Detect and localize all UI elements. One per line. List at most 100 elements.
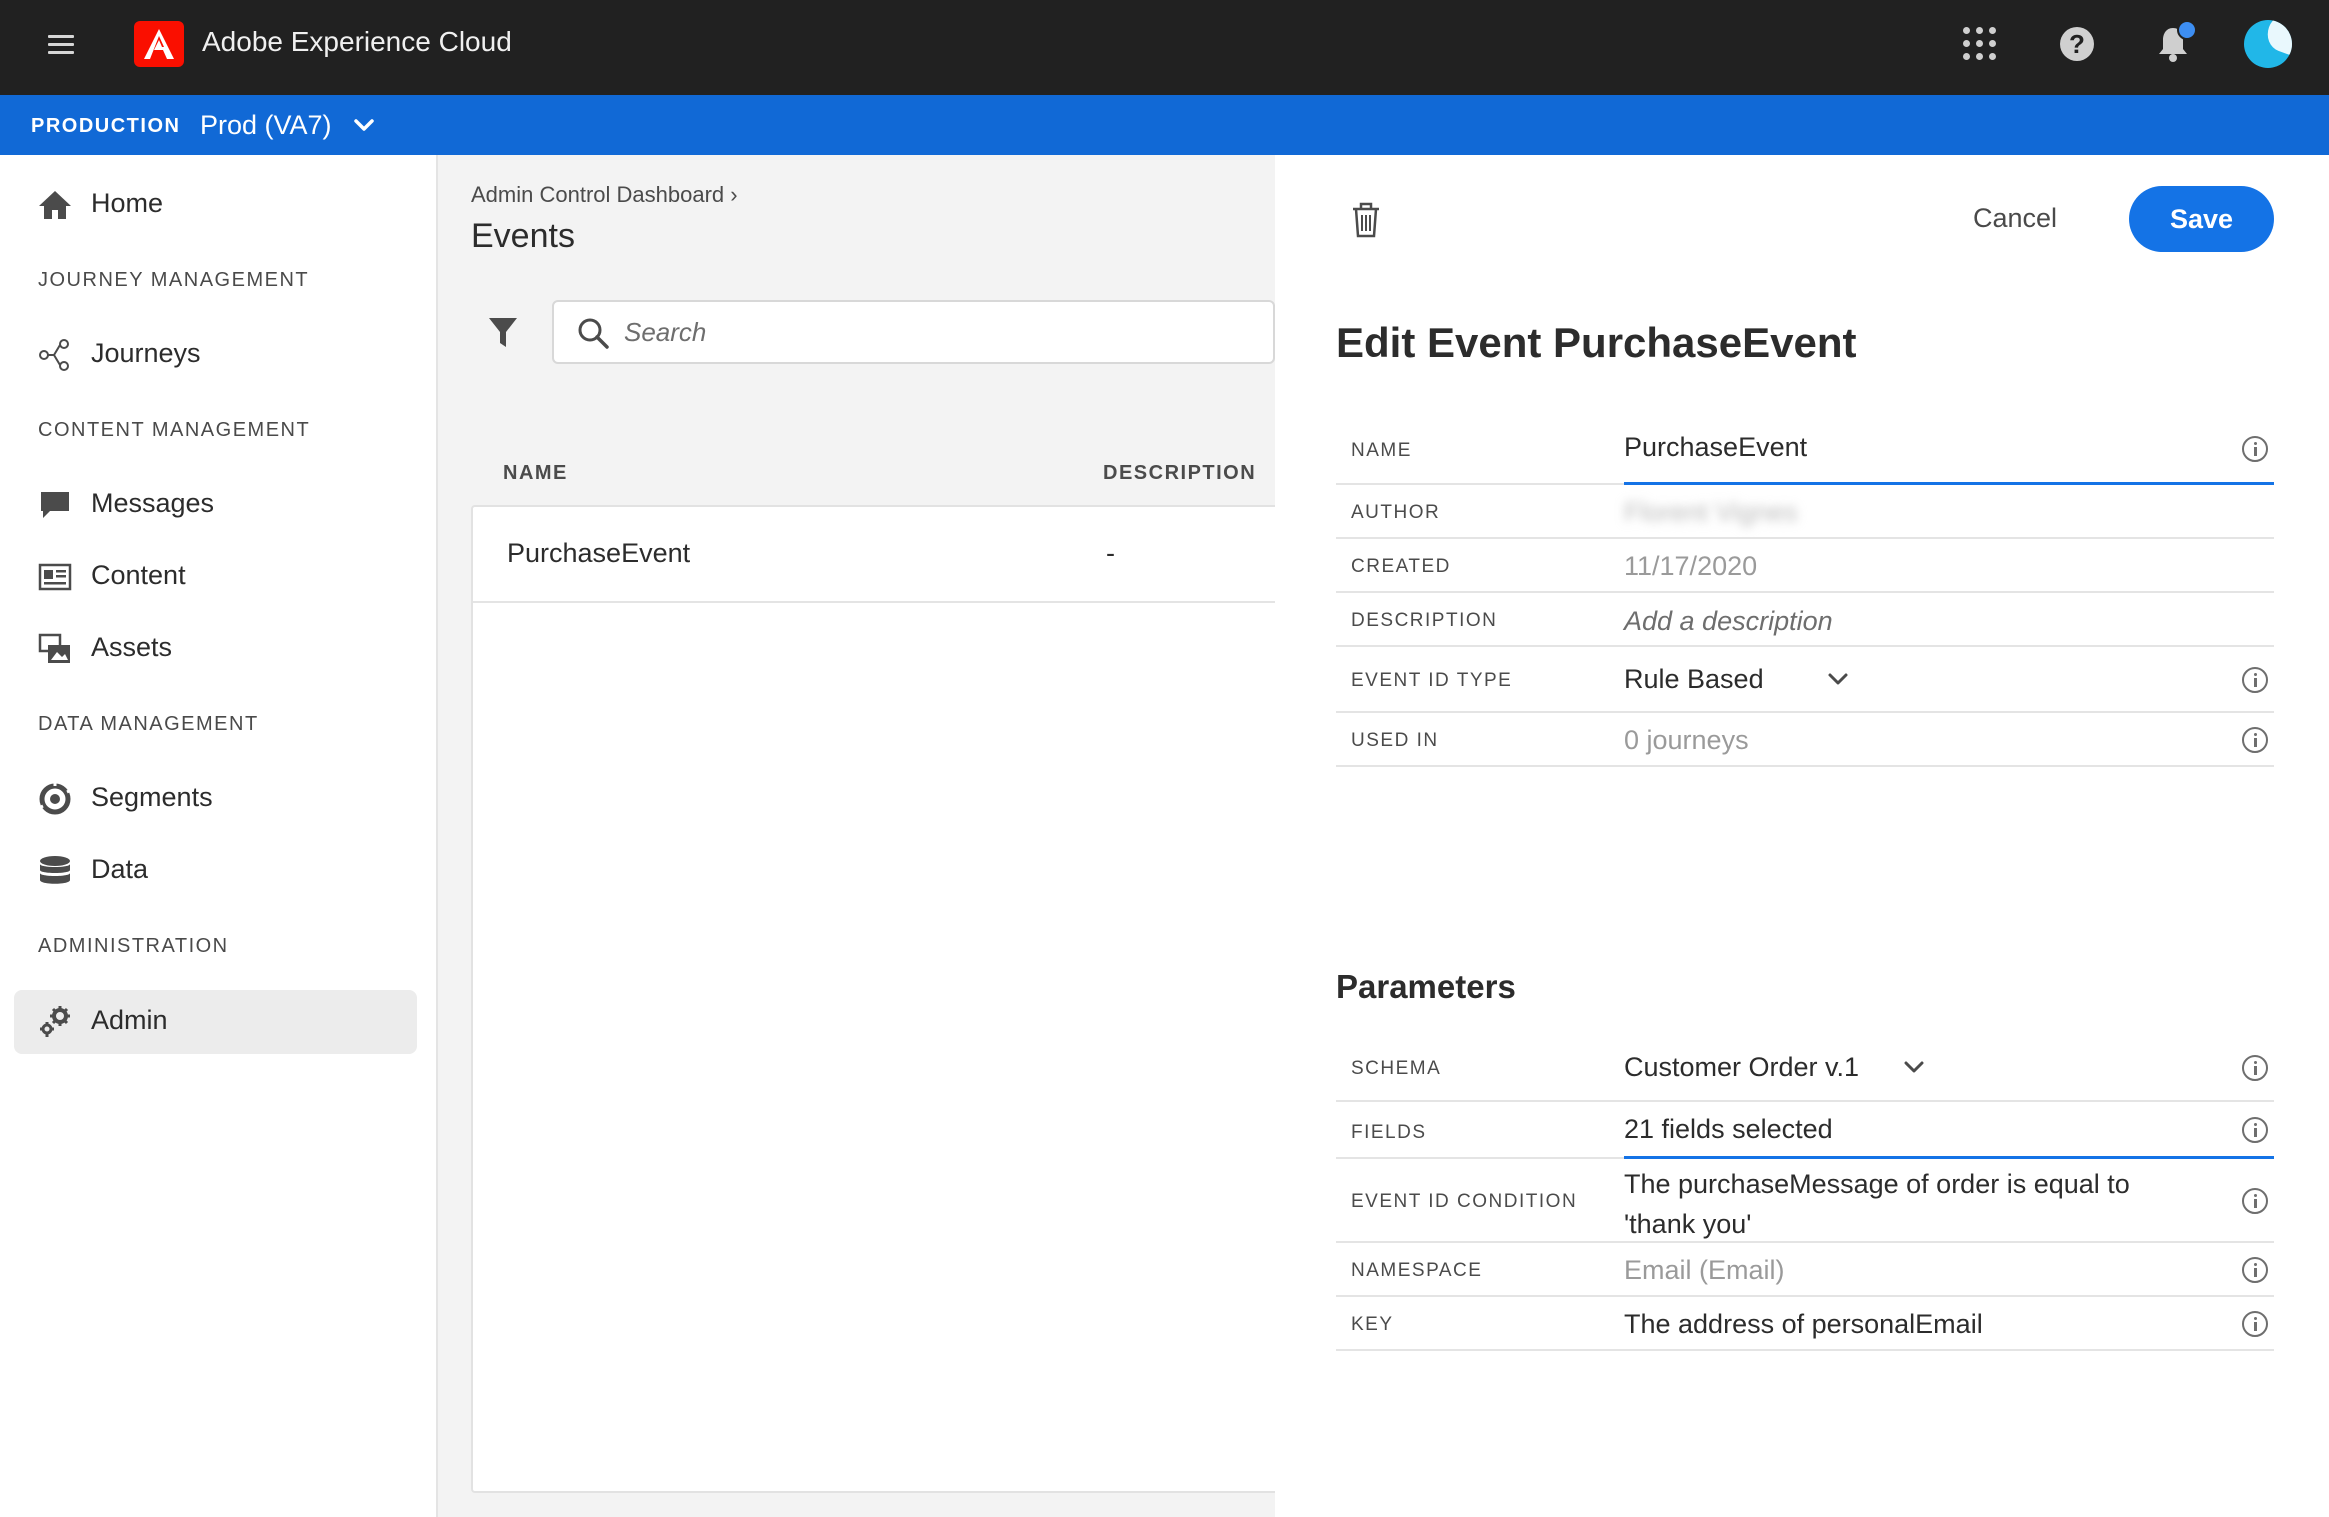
sandbox-switcher[interactable]: Prod (VA7): [200, 110, 332, 141]
edit-event-panel: Cancel Save Edit Event PurchaseEvent NAM…: [1275, 155, 2329, 1517]
chevron-down-icon[interactable]: [1902, 1055, 1926, 1079]
chevron-down-icon[interactable]: [352, 113, 376, 137]
used-in-value: 0 journeys: [1624, 725, 1749, 755]
gears-icon: [38, 1006, 72, 1038]
home-icon: [38, 189, 72, 221]
event-id-type-dropdown[interactable]: Rule Based: [1624, 664, 1764, 695]
user-avatar[interactable]: [2244, 20, 2292, 68]
sidebar-item-data[interactable]: Data: [14, 839, 417, 903]
search-icon: [576, 316, 610, 350]
sidebar-item-assets[interactable]: Assets: [14, 617, 417, 681]
field-row-created: CREATED 11/17/2020: [1336, 539, 2274, 593]
section-content-management: CONTENT MANAGEMENT: [38, 419, 311, 441]
section-data-management: DATA MANAGEMENT: [38, 713, 259, 735]
sidebar-item-messages[interactable]: Messages: [14, 473, 417, 537]
adobe-logo[interactable]: [134, 21, 184, 67]
parameters-heading: Parameters: [1336, 968, 1516, 1005]
table-row[interactable]: PurchaseEvent -: [473, 507, 1277, 603]
sidebar-item-admin[interactable]: Admin: [14, 990, 417, 1054]
apps-grid-icon[interactable]: [1963, 27, 1997, 61]
event-name-cell: PurchaseEvent: [507, 538, 691, 568]
section-administration: ADMINISTRATION: [38, 935, 229, 957]
sidebar-item-content[interactable]: Content: [14, 545, 417, 609]
created-date: 11/17/2020: [1624, 551, 1758, 581]
filter-icon[interactable]: [488, 316, 518, 350]
field-label: EVENT ID TYPE: [1351, 670, 1513, 691]
sidebar-item-home[interactable]: Home: [14, 173, 417, 237]
info-icon[interactable]: [2242, 1257, 2268, 1283]
field-row-event-id-condition: EVENT ID CONDITION The purchaseMessage o…: [1336, 1159, 2274, 1243]
schema-dropdown[interactable]: Customer Order v.1: [1624, 1052, 1859, 1083]
sidebar-item-journeys[interactable]: Journeys: [14, 323, 417, 387]
event-name-input[interactable]: PurchaseEvent: [1624, 432, 1807, 463]
search-input[interactable]: [624, 312, 1254, 352]
assets-icon: [38, 633, 72, 665]
cancel-button[interactable]: Cancel: [1973, 203, 2057, 234]
sidebar: Home JOURNEY MANAGEMENT Journeys CONTENT…: [0, 155, 438, 1517]
author-value: Florent Vignes: [1624, 497, 1798, 527]
content-icon: [38, 561, 72, 593]
save-button[interactable]: Save: [2129, 186, 2274, 252]
condition-line-1: The purchaseMessage of order is equal to: [1624, 1169, 2130, 1199]
info-icon[interactable]: [2242, 727, 2268, 753]
info-icon[interactable]: [2242, 1117, 2268, 1143]
field-row-namespace: NAMESPACE Email (Email): [1336, 1243, 2274, 1297]
database-icon: [38, 855, 72, 887]
sidebar-item-label: Admin: [91, 1005, 168, 1035]
event-description-cell: -: [1106, 538, 1115, 568]
field-row-fields: FIELDS 21 fields selected: [1336, 1102, 2274, 1159]
field-row-key: KEY The address of personalEmail: [1336, 1297, 2274, 1351]
field-label: CREATED: [1351, 556, 1451, 577]
environment-label: PRODUCTION: [31, 115, 181, 137]
menu-icon[interactable]: [48, 34, 74, 56]
field-row-name: NAME PurchaseEvent: [1336, 416, 2274, 485]
panel-title: Edit Event PurchaseEvent: [1336, 319, 1857, 366]
column-header-name[interactable]: NAME: [503, 462, 568, 485]
field-label: EVENT ID CONDITION: [1351, 1191, 1578, 1212]
list-header: Admin Control Dashboard › Events: [440, 155, 1275, 285]
field-label: USED IN: [1351, 730, 1439, 751]
fields-selector[interactable]: 21 fields selected: [1624, 1114, 1833, 1145]
field-label: SCHEMA: [1351, 1058, 1442, 1079]
info-icon[interactable]: [2242, 1055, 2268, 1081]
field-label: FIELDS: [1351, 1122, 1427, 1143]
sidebar-item-label: Home: [91, 188, 164, 218]
field-label: NAME: [1351, 440, 1412, 461]
field-row-description: DESCRIPTION Add a description: [1336, 593, 2274, 647]
info-icon[interactable]: [2242, 667, 2268, 693]
field-row-author: AUTHOR Florent Vignes: [1336, 485, 2274, 539]
field-label: AUTHOR: [1351, 502, 1441, 523]
column-header-description[interactable]: DESCRIPTION: [1103, 462, 1256, 485]
field-row-schema: SCHEMA Customer Order v.1: [1336, 1036, 2274, 1102]
description-input[interactable]: Add a description: [1624, 606, 1833, 637]
info-icon[interactable]: [2242, 1311, 2268, 1337]
field-label: NAMESPACE: [1351, 1260, 1483, 1281]
journeys-icon: [38, 339, 72, 371]
breadcrumb[interactable]: Admin Control Dashboard ›: [471, 182, 738, 208]
sidebar-item-label: Journeys: [91, 338, 201, 368]
top-bar: Adobe Experience Cloud ?: [0, 0, 2329, 95]
segments-icon: [38, 783, 72, 815]
field-row-used-in: USED IN 0 journeys: [1336, 713, 2274, 767]
key-value[interactable]: The address of personalEmail: [1624, 1309, 1983, 1340]
field-label: KEY: [1351, 1314, 1394, 1335]
app-title[interactable]: Adobe Experience Cloud: [202, 26, 512, 58]
sidebar-item-label: Data: [91, 854, 149, 884]
condition-line-2: 'thank you': [1624, 1209, 1752, 1239]
section-journey-management: JOURNEY MANAGEMENT: [38, 269, 310, 291]
field-row-event-id-type: EVENT ID TYPE Rule Based: [1336, 647, 2274, 713]
notification-badge: [2177, 20, 2197, 40]
info-icon[interactable]: [2242, 436, 2268, 462]
sidebar-item-segments[interactable]: Segments: [14, 767, 417, 831]
search-field[interactable]: [552, 300, 1275, 364]
page-title: Events: [471, 217, 575, 255]
messages-icon: [38, 489, 72, 521]
breadcrumb-link[interactable]: Admin Control Dashboard: [471, 182, 724, 207]
chevron-down-icon[interactable]: [1826, 667, 1850, 691]
trash-icon[interactable]: [1349, 201, 1383, 239]
events-table: PurchaseEvent -: [471, 505, 1277, 1493]
event-id-condition-value[interactable]: The purchaseMessage of order is equal to…: [1624, 1164, 2144, 1244]
help-icon[interactable]: ?: [2060, 27, 2094, 61]
info-icon[interactable]: [2242, 1188, 2268, 1214]
sidebar-item-label: Content: [91, 560, 186, 590]
